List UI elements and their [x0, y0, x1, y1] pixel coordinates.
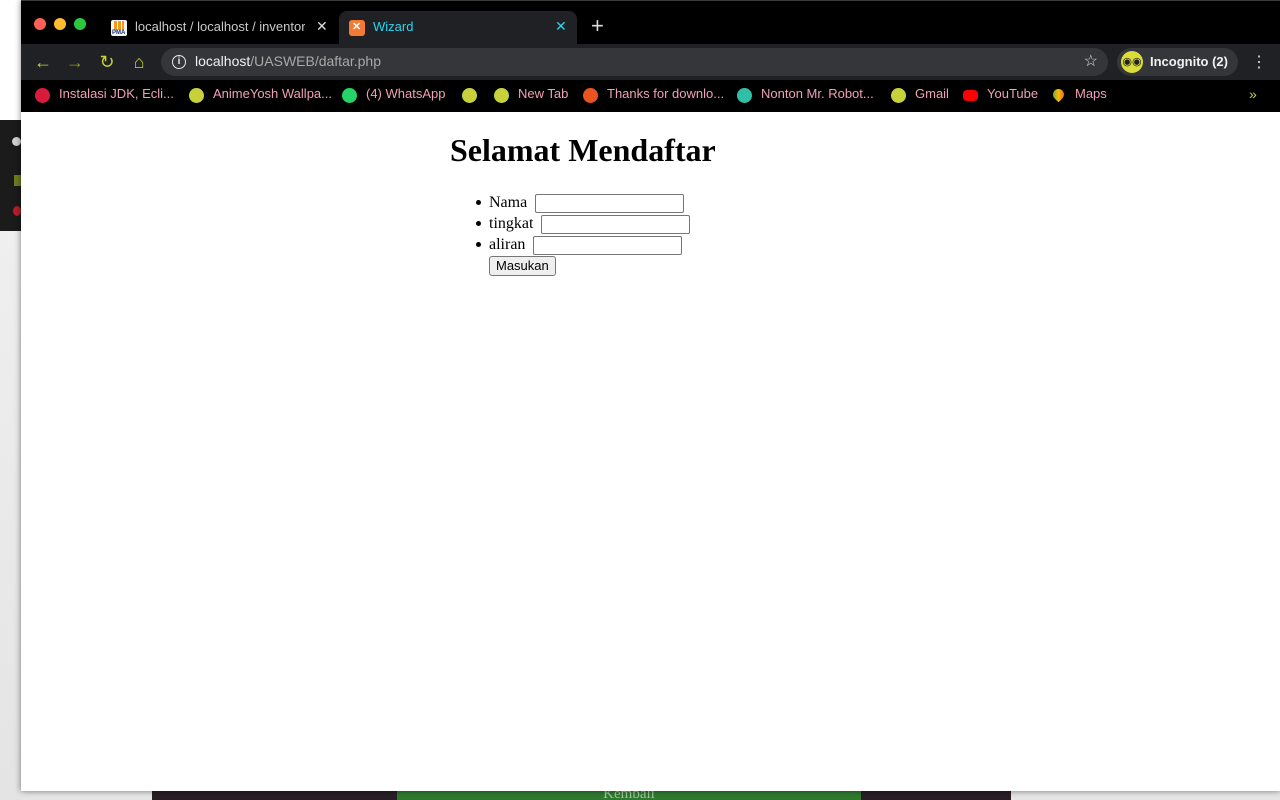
form-row-nama: Nama — [475, 192, 690, 213]
field-label: aliran — [489, 236, 526, 253]
bookmark-label: Nonton Mr. Robot... — [761, 86, 874, 101]
more-menu-icon[interactable]: ⋮ — [1251, 52, 1267, 72]
bookmark-label: AnimeYosh Wallpa... — [213, 86, 332, 101]
youtube-icon — [963, 90, 978, 101]
aliran-input[interactable] — [533, 235, 683, 255]
incognito-profile-button[interactable]: ◉◉ Incognito (2) — [1117, 48, 1238, 76]
reload-icon[interactable]: ↻ — [97, 52, 117, 72]
background-dot — [13, 206, 21, 216]
registration-form: Nama tingkat aliran Masukan — [475, 192, 691, 276]
bookmark-label: Instalasi JDK, Ecli... — [59, 86, 174, 101]
tab-title: localhost / localhost / inventory — [135, 19, 305, 34]
background-back-button: Kembali — [397, 790, 861, 800]
address-bar[interactable]: i localhost/UASWEB/daftar.php ☆ — [161, 48, 1108, 76]
bookmark-label: (4) WhatsApp — [366, 86, 446, 101]
url-host: localhost — [195, 53, 251, 69]
browser-window: localhost / localhost / inventory ✕ Wiza… — [21, 0, 1280, 791]
maps-icon — [1050, 86, 1067, 103]
bookmark-label: Thanks for downlo... — [607, 86, 725, 101]
red-circle-icon — [35, 88, 50, 103]
incognito-icon: ◉◉ — [1121, 51, 1143, 73]
field-label: tingkat — [489, 215, 534, 232]
page-content: Selamat Mendaftar Nama tingkat aliran Ma… — [21, 112, 1280, 791]
bookmarks-bar: Instalasi JDK, Ecli... AnimeYosh Wallpa.… — [21, 80, 1280, 112]
ubuntu-icon — [583, 88, 598, 103]
globe-icon — [189, 88, 204, 103]
bookmark-label: Gmail — [915, 86, 949, 101]
bookmarks-overflow-icon[interactable]: » — [1249, 86, 1257, 102]
page-title: Selamat Mendaftar — [450, 132, 716, 168]
xampp-icon — [349, 20, 365, 36]
bookmark-star-icon[interactable]: ☆ — [1084, 51, 1098, 71]
submit-button[interactable]: Masukan — [489, 255, 556, 276]
tab-title: Wizard — [373, 19, 414, 34]
new-tab-button[interactable]: + — [591, 15, 604, 37]
globe-icon — [462, 88, 477, 103]
url-text[interactable]: localhost/UASWEB/daftar.php — [195, 53, 381, 69]
phpmyadmin-icon — [111, 20, 127, 36]
background-window-edge — [0, 120, 21, 231]
globe-icon — [494, 88, 509, 103]
maximize-window-button[interactable] — [74, 18, 86, 30]
background-dot — [12, 137, 21, 146]
form-row-aliran: aliran — [475, 234, 690, 255]
minimize-window-button[interactable] — [54, 18, 66, 30]
incognito-label: Incognito (2) — [1150, 54, 1228, 69]
form-row-tingkat: tingkat — [475, 213, 691, 234]
nama-input[interactable] — [535, 193, 685, 213]
back-arrow-icon[interactable]: ← — [33, 52, 53, 72]
kubernetes-icon — [737, 88, 752, 103]
close-window-button[interactable] — [34, 18, 46, 30]
info-icon[interactable]: i — [172, 55, 186, 69]
bookmark-label: New Tab — [518, 86, 569, 101]
toolbar: ← → ↻ ⌂ i localhost/UASWEB/daftar.php ☆ … — [21, 44, 1280, 80]
background-dot — [14, 175, 21, 186]
whatsapp-icon — [342, 88, 357, 103]
background-panel — [861, 790, 1011, 800]
background-panel — [152, 790, 398, 800]
globe-icon — [891, 88, 906, 103]
home-icon[interactable]: ⌂ — [129, 52, 149, 72]
bookmark-label: Maps — [1075, 86, 1107, 101]
bookmark-label: YouTube — [987, 86, 1039, 101]
background-window-edge — [0, 231, 21, 800]
close-icon[interactable]: ✕ — [316, 18, 328, 35]
background-window-bottom: Kembali — [21, 790, 1280, 800]
close-icon[interactable]: ✕ — [555, 18, 567, 35]
tab-inventory[interactable]: localhost / localhost / inventory ✕ — [101, 11, 333, 45]
tab-strip: localhost / localhost / inventory ✕ Wiza… — [21, 0, 1280, 45]
tab-wizard[interactable]: Wizard ✕ — [339, 11, 577, 45]
tingkat-input[interactable] — [541, 214, 691, 234]
forward-arrow-icon[interactable]: → — [65, 52, 85, 72]
url-path: /UASWEB/daftar.php — [250, 53, 381, 69]
field-label: Nama — [489, 194, 528, 211]
form-row-submit: Masukan — [489, 255, 690, 276]
